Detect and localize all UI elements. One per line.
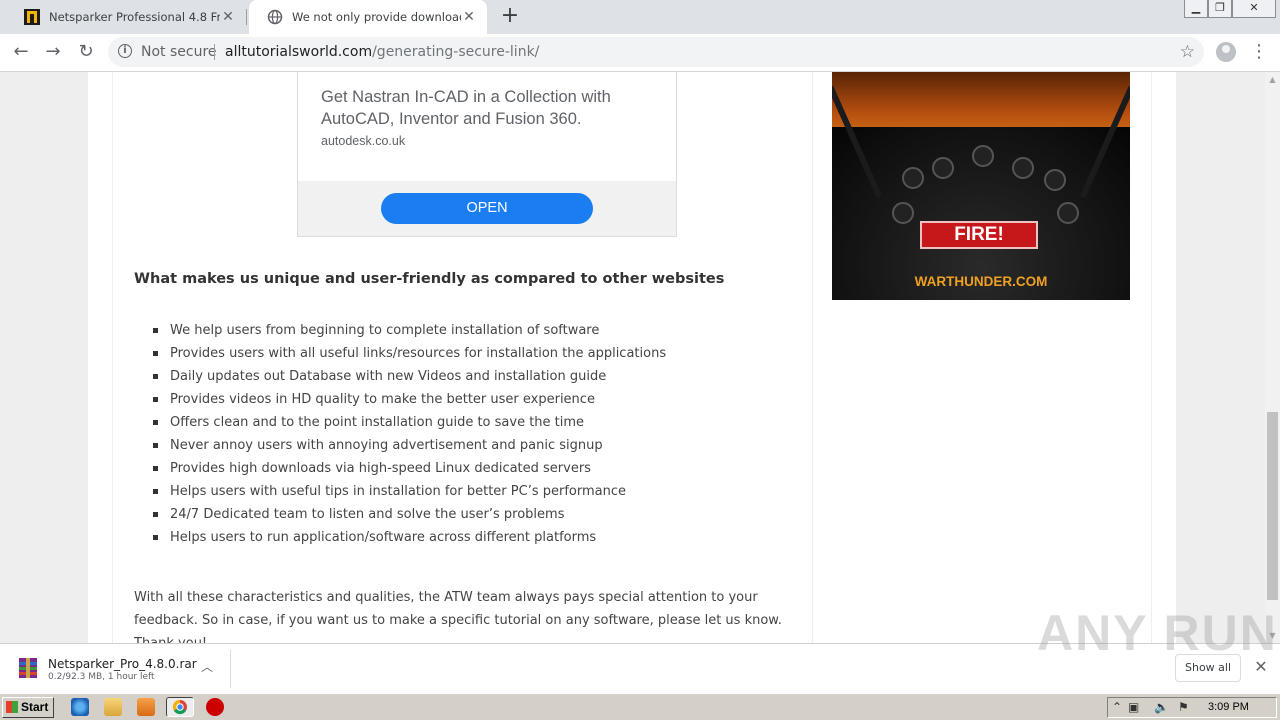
new-tab-button[interactable]: + [499, 5, 521, 27]
tray-expand-icon[interactable]: ⌃ [1112, 700, 1122, 714]
tab-netsparker[interactable]: Netsparker Professional 4.8 Free Do ✕ [6, 0, 246, 34]
warthunder-ad[interactable]: FIRE! WARTHUNDER.COM [832, 72, 1130, 300]
closing-paragraph: With all these characteristics and quali… [134, 590, 782, 643]
chevron-up-icon[interactable]: ︿ [199, 658, 215, 674]
page-viewport: Get Nastran In-CAD in a Collection with … [0, 72, 1265, 643]
volume-icon[interactable]: 🔈 [1154, 700, 1169, 714]
gauge [1044, 169, 1066, 191]
gauge [932, 157, 954, 179]
gauge [902, 167, 924, 189]
download-divider [230, 650, 231, 688]
bookmark-star-icon[interactable]: ☆ [1180, 42, 1195, 62]
start-button[interactable]: Start [2, 697, 54, 718]
main-content: Get Nastran In-CAD in a Collection with … [112, 72, 813, 643]
omnibox-divider [214, 44, 215, 60]
download-status: 0.2/92.3 MB, 1 hour left [48, 672, 155, 682]
ad-footer: OPEN [298, 181, 676, 236]
url-path: /generating-secure-link/ [372, 44, 540, 60]
url-domain: alltutorialsworld.com [225, 44, 373, 60]
vertical-scrollbar[interactable]: ▲ ▼ [1265, 72, 1280, 643]
ad-open-button[interactable]: OPEN [381, 193, 593, 224]
stop-icon[interactable] [206, 698, 224, 716]
windows-taskbar: Start ⌃ ▣ 🔈 ⚑ 3:09 PM [0, 693, 1280, 720]
list-item: Helps users with useful tips in installa… [134, 480, 666, 503]
url-text[interactable]: alltutorialsworld.com/generating-secure-… [225, 44, 539, 60]
start-label: Start [21, 700, 49, 714]
system-tray: ⌃ ▣ 🔈 ⚑ 3:09 PM [1107, 697, 1277, 718]
close-tab-icon[interactable]: ✕ [461, 9, 477, 25]
ad-site-label: WARTHUNDER.COM [914, 274, 1048, 289]
list-item: We help users from beginning to complete… [134, 319, 666, 342]
canopy-frame-right [1079, 85, 1130, 199]
anyrun-watermark: ANY RUN [1037, 605, 1278, 661]
scroll-up-arrow-icon[interactable]: ▲ [1265, 72, 1280, 87]
autodesk-ad[interactable]: Get Nastran In-CAD in a Collection with … [297, 72, 677, 237]
gauge [1057, 202, 1079, 224]
browser-toolbar: ← → ↻ i Not secure alltutorialsworld.com… [0, 34, 1280, 72]
chrome-taskbar-button[interactable] [166, 697, 194, 717]
internet-explorer-icon[interactable] [71, 698, 89, 716]
tab-alltutorialsworld[interactable]: We not only provide downloads but ✕ [249, 0, 487, 34]
tab-divider [246, 9, 247, 25]
tab-title: Netsparker Professional 4.8 Free Do [49, 10, 220, 24]
list-item: Provides videos in HD quality to make th… [134, 388, 666, 411]
tab-title: We not only provide downloads but [292, 10, 461, 24]
address-bar[interactable]: i Not secure alltutorialsworld.com/gener… [108, 37, 1204, 67]
chrome-icon [172, 699, 187, 715]
profile-avatar-icon[interactable] [1216, 42, 1236, 62]
ad-domain: autodesk.co.uk [321, 134, 406, 148]
gauge [892, 202, 914, 224]
security-label[interactable]: Not secure [141, 44, 217, 60]
taskbar-clock[interactable]: 3:09 PM [1208, 701, 1249, 713]
folder-icon[interactable] [104, 698, 122, 716]
gauge [972, 145, 994, 167]
reload-icon[interactable]: ↻ [75, 41, 97, 63]
features-list: We help users from beginning to complete… [134, 319, 666, 549]
list-item: Daily updates out Database with new Vide… [134, 365, 666, 388]
list-item: Offers clean and to the point installati… [134, 411, 666, 434]
restore-icon[interactable]: ❐ [1208, 0, 1232, 18]
minimize-icon[interactable]: ▁ [1184, 0, 1208, 18]
network-icon[interactable]: ▣ [1128, 700, 1139, 714]
forward-icon[interactable]: → [42, 41, 64, 63]
close-tab-icon[interactable]: ✕ [220, 9, 236, 25]
menu-kebab-icon[interactable]: ⋮ [1250, 40, 1268, 64]
list-item: 24/7 Dedicated team to listen and solve … [134, 503, 666, 526]
section-heading: What makes us unique and user-friendly a… [134, 271, 725, 287]
back-icon[interactable]: ← [10, 41, 32, 63]
ad-headline[interactable]: Get Nastran In-CAD in a Collection with … [321, 86, 651, 130]
list-item: Never annoy users with annoying advertis… [134, 434, 666, 457]
list-item: Provides users with all useful links/res… [134, 342, 666, 365]
fire-button[interactable]: FIRE! [920, 221, 1038, 249]
action-center-flag-icon[interactable]: ⚑ [1178, 700, 1189, 714]
tab-strip: Netsparker Professional 4.8 Free Do ✕ We… [0, 0, 1280, 34]
netsparker-favicon [24, 9, 40, 25]
windows-logo-icon [6, 701, 18, 713]
rar-file-icon [19, 658, 37, 678]
canopy-frame-left [832, 85, 883, 199]
close-window-icon[interactable]: ✕ [1232, 0, 1276, 18]
page-container: Get Nastran In-CAD in a Collection with … [88, 72, 1176, 643]
sidebar-border [1151, 72, 1152, 643]
info-icon[interactable]: i [118, 44, 132, 58]
download-filename[interactable]: Netsparker_Pro_4.8.0.rar [48, 657, 197, 671]
list-item: Provides high downloads via high-speed L… [134, 457, 666, 480]
list-item: Helps users to run application/software … [134, 526, 666, 549]
gauge [1012, 157, 1034, 179]
globe-icon [267, 9, 283, 25]
media-player-icon[interactable] [137, 698, 155, 716]
scrollbar-thumb[interactable] [1267, 412, 1278, 600]
